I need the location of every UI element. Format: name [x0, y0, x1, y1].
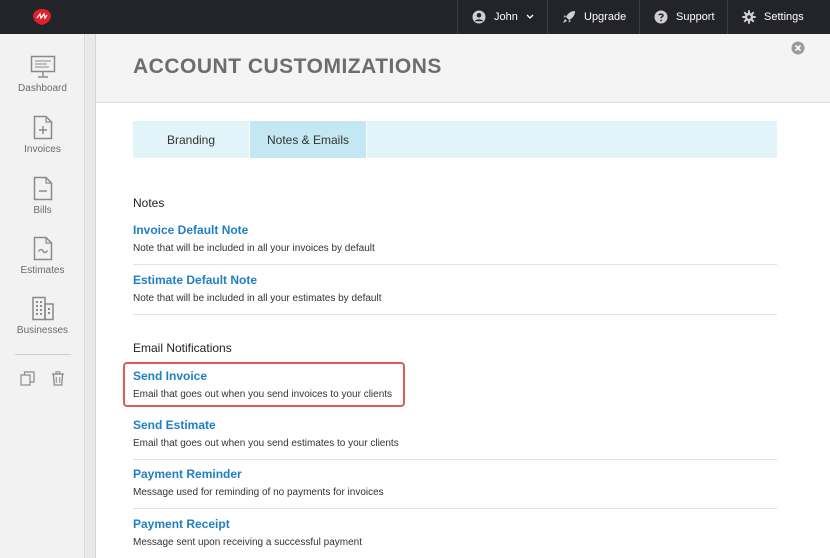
- estimate-tilde-icon: [33, 236, 52, 261]
- email-notifications-section-title: Email Notifications: [133, 341, 232, 355]
- sidebar-divider: [15, 354, 71, 355]
- sidebar-item-label: Invoices: [24, 144, 61, 155]
- list-item: Payment Receipt Message sent upon receiv…: [133, 517, 777, 557]
- invoice-default-note-link[interactable]: Invoice Default Note: [133, 223, 777, 237]
- payment-receipt-link[interactable]: Payment Receipt: [133, 517, 777, 531]
- sidebar-item-businesses[interactable]: Businesses: [0, 296, 85, 336]
- tab-notes-emails[interactable]: Notes & Emails: [250, 121, 367, 158]
- estimate-default-note-link[interactable]: Estimate Default Note: [133, 273, 777, 287]
- building-icon: [31, 296, 54, 321]
- top-navigation-bar: John Upgrade Support Settings: [0, 0, 830, 34]
- page-header: ACCOUNT CUSTOMIZATIONS: [96, 34, 830, 103]
- gear-icon: [742, 10, 756, 24]
- send-invoice-link[interactable]: Send Invoice: [133, 369, 777, 383]
- rocket-icon: [563, 11, 575, 23]
- settings-button[interactable]: Settings: [727, 0, 830, 34]
- list-item: Invoice Default Note Note that will be i…: [133, 223, 777, 265]
- monitor-icon: [30, 55, 55, 78]
- item-description: Note that will be included in all your i…: [133, 243, 375, 254]
- item-description: Message used for reminding of no payment…: [133, 487, 384, 498]
- payment-reminder-link[interactable]: Payment Reminder: [133, 467, 777, 481]
- sidebar: Dashboard Invoices Bills Estimates Busin…: [0, 34, 85, 558]
- page-title: ACCOUNT CUSTOMIZATIONS: [133, 55, 442, 78]
- app-logo-icon[interactable]: [32, 8, 52, 26]
- upgrade-label: Upgrade: [584, 11, 627, 23]
- sidebar-item-label: Estimates: [20, 265, 65, 276]
- list-item: Send Estimate Email that goes out when y…: [133, 418, 777, 460]
- item-description: Email that goes out when you send estima…: [133, 438, 399, 449]
- item-description: Email that goes out when you send invoic…: [133, 389, 393, 400]
- tab-branding[interactable]: Branding: [133, 121, 250, 158]
- item-description: Note that will be included in all your e…: [133, 293, 382, 304]
- sidebar-item-estimates[interactable]: Estimates: [0, 236, 85, 276]
- chevron-down-icon: [526, 14, 534, 19]
- sidebar-item-dashboard[interactable]: Dashboard: [0, 55, 85, 94]
- support-button[interactable]: Support: [639, 0, 727, 34]
- support-label: Support: [676, 11, 715, 23]
- bill-minus-icon: [33, 176, 52, 201]
- notes-section-title: Notes: [133, 196, 165, 210]
- send-estimate-link[interactable]: Send Estimate: [133, 418, 777, 432]
- sidebar-item-invoices[interactable]: Invoices: [0, 115, 85, 155]
- invoice-plus-icon: [33, 115, 52, 140]
- upgrade-button[interactable]: Upgrade: [547, 0, 639, 34]
- sidebar-item-bills[interactable]: Bills: [0, 176, 85, 216]
- user-avatar-icon: [472, 10, 486, 24]
- settings-label: Settings: [764, 11, 804, 23]
- sidebar-item-label: Bills: [33, 205, 52, 216]
- trash-icon[interactable]: [51, 371, 65, 386]
- sidebar-gutter: [86, 34, 96, 558]
- sidebar-item-label: Dashboard: [18, 83, 67, 94]
- copy-icon[interactable]: [20, 371, 35, 386]
- item-description: Message sent upon receiving a successful…: [133, 537, 363, 548]
- list-item: Estimate Default Note Note that will be …: [133, 273, 777, 315]
- user-menu[interactable]: John: [457, 0, 548, 34]
- main-panel: ACCOUNT CUSTOMIZATIONS Branding Notes & …: [96, 34, 830, 558]
- close-icon[interactable]: [791, 41, 805, 55]
- sidebar-item-label: Businesses: [16, 325, 69, 336]
- user-name: John: [494, 11, 518, 23]
- list-item: Send Invoice Email that goes out when yo…: [133, 369, 777, 409]
- customization-tabs: Branding Notes & Emails: [133, 121, 777, 158]
- help-circle-icon: [654, 10, 668, 24]
- list-item: Payment Reminder Message used for remind…: [133, 467, 777, 509]
